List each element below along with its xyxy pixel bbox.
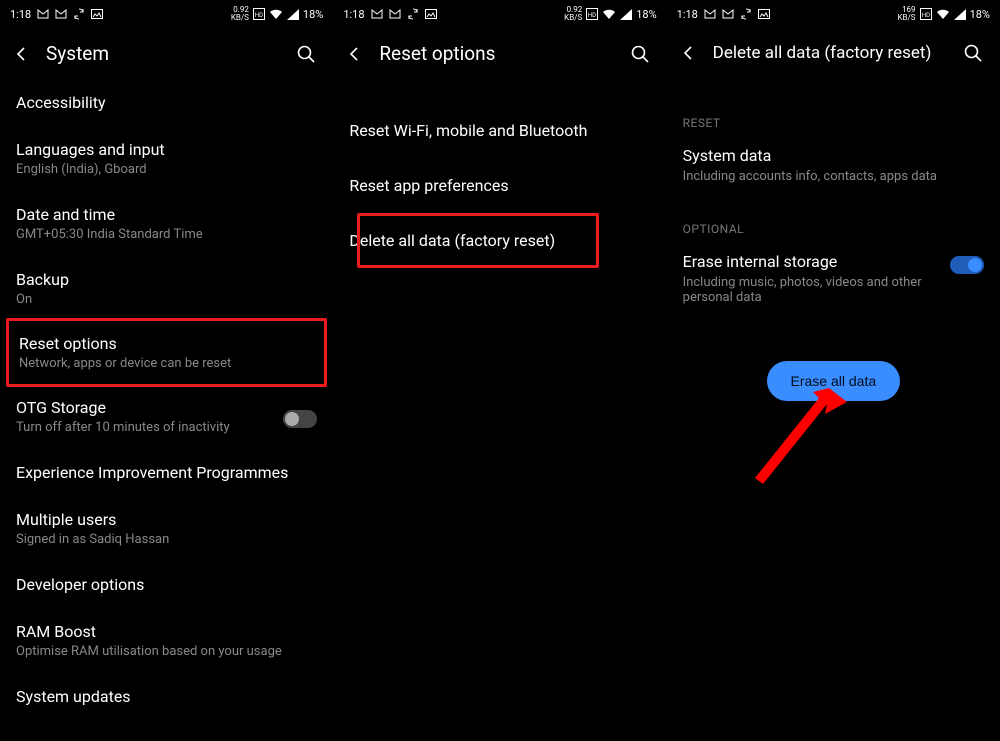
status-bar: 1:18 169KB/S HD 18% bbox=[667, 0, 1000, 28]
row-date-time[interactable]: Date and timeGMT+05:30 India Standard Ti… bbox=[16, 191, 317, 256]
svg-text:HD: HD bbox=[588, 12, 596, 19]
back-icon[interactable] bbox=[679, 43, 699, 63]
row-system-updates[interactable]: System updates bbox=[16, 673, 317, 720]
battery-pct: 18% bbox=[303, 8, 323, 21]
gmail-icon bbox=[55, 9, 67, 19]
sync-icon bbox=[73, 8, 85, 20]
otg-toggle[interactable] bbox=[283, 410, 317, 428]
sync-icon bbox=[740, 8, 752, 20]
row-system-data: System data Including accounts info, con… bbox=[683, 140, 984, 200]
status-bar: 1:18 0.92KB/S HD 1 bbox=[0, 0, 333, 28]
row-accessibility[interactable]: Accessibility bbox=[16, 79, 317, 126]
battery-pct: 18% bbox=[970, 8, 990, 21]
section-optional-label: OPTIONAL bbox=[683, 200, 984, 246]
row-languages[interactable]: Languages and inputEnglish (India), Gboa… bbox=[16, 126, 317, 191]
row-developer-options[interactable]: Developer options bbox=[16, 561, 317, 608]
signal-icon bbox=[954, 9, 966, 20]
wifi-icon bbox=[602, 9, 616, 20]
image-icon bbox=[758, 9, 770, 19]
gmail-icon bbox=[389, 9, 401, 19]
row-multiple-users[interactable]: Multiple usersSigned in as Sadiq Hassan bbox=[16, 496, 317, 561]
net-rate: 0.92KB/S bbox=[231, 6, 249, 22]
image-icon bbox=[91, 9, 103, 19]
svg-text:HD: HD bbox=[255, 12, 263, 19]
battery-pct: 18% bbox=[636, 8, 656, 21]
row-experience-improvement[interactable]: Experience Improvement Programmes bbox=[16, 449, 317, 496]
erase-storage-toggle[interactable] bbox=[950, 256, 984, 274]
row-reset-wifi[interactable]: Reset Wi-Fi, mobile and Bluetooth bbox=[349, 103, 650, 158]
header: Reset options bbox=[333, 28, 666, 79]
volte-icon: HD bbox=[920, 8, 932, 20]
status-time: 1:18 bbox=[10, 8, 31, 21]
row-otg-storage[interactable]: OTG StorageTurn off after 10 minutes of … bbox=[16, 384, 317, 449]
erase-all-data-button[interactable]: Erase all data bbox=[767, 361, 901, 401]
page-title: Reset options bbox=[379, 42, 614, 65]
header: System bbox=[0, 28, 333, 79]
panel-system: 1:18 0.92KB/S HD 1 bbox=[0, 0, 333, 741]
search-icon[interactable] bbox=[295, 43, 317, 65]
signal-icon bbox=[287, 9, 299, 20]
gmail-icon bbox=[371, 9, 383, 19]
page-title: Delete all data (factory reset) bbox=[713, 43, 948, 63]
row-ram-boost[interactable]: RAM BoostOptimise RAM utilisation based … bbox=[16, 608, 317, 673]
section-reset-label: RESET bbox=[683, 100, 984, 140]
signal-icon bbox=[620, 9, 632, 20]
panel-factory-reset: 1:18 169KB/S HD 18% Delete all data (fac… bbox=[667, 0, 1000, 741]
row-backup[interactable]: BackupOn bbox=[16, 256, 317, 321]
panel-reset-options: 1:18 0.92KB/S HD 18% Reset options Reset… bbox=[333, 0, 666, 741]
status-bar: 1:18 0.92KB/S HD 18% bbox=[333, 0, 666, 28]
svg-text:HD: HD bbox=[921, 12, 929, 19]
gmail-icon bbox=[37, 9, 49, 19]
annotation-arrow bbox=[753, 388, 847, 492]
row-reset-app-prefs[interactable]: Reset app preferences bbox=[349, 158, 650, 213]
search-icon[interactable] bbox=[962, 42, 984, 64]
search-icon[interactable] bbox=[629, 43, 651, 65]
back-icon[interactable] bbox=[345, 44, 365, 64]
status-time: 1:18 bbox=[677, 8, 698, 21]
back-icon[interactable] bbox=[12, 44, 32, 64]
page-title: System bbox=[46, 42, 281, 65]
gmail-icon bbox=[722, 9, 734, 19]
header: Delete all data (factory reset) bbox=[667, 28, 1000, 78]
net-rate: 0.92KB/S bbox=[564, 6, 582, 22]
volte-icon: HD bbox=[253, 8, 265, 20]
row-delete-all-data[interactable]: Delete all data (factory reset) bbox=[349, 213, 650, 268]
net-rate: 169KB/S bbox=[898, 6, 916, 22]
volte-icon: HD bbox=[586, 8, 598, 20]
sync-icon bbox=[407, 8, 419, 20]
status-time: 1:18 bbox=[343, 8, 364, 21]
row-erase-internal-storage[interactable]: Erase internal storage Including music, … bbox=[683, 246, 984, 321]
wifi-icon bbox=[269, 9, 283, 20]
row-reset-options[interactable]: Reset optionsNetwork, apps or device can… bbox=[6, 318, 327, 387]
image-icon bbox=[425, 9, 437, 19]
gmail-icon bbox=[704, 9, 716, 19]
wifi-icon bbox=[936, 9, 950, 20]
